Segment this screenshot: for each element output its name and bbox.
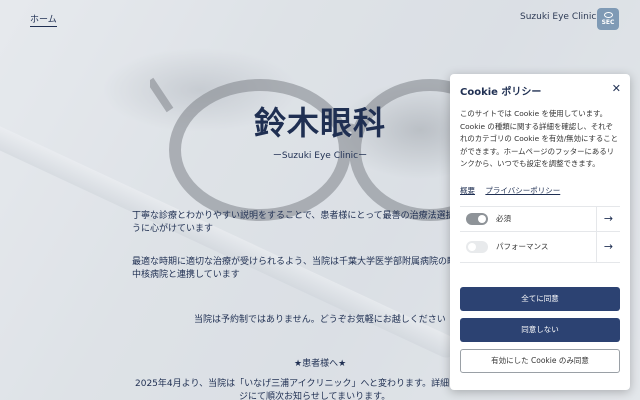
- text-line: 丁寧な診療とわかりやすい説明をすることで、患者様にとって最善の治療法選択: [132, 211, 455, 221]
- patient-notice-heading: ★患者様へ★: [294, 359, 347, 369]
- category-label: パフォーマンス: [496, 242, 549, 251]
- accept-all-button[interactable]: 全てに同意: [460, 286, 620, 311]
- no-reservation-notice: 当院は予約制ではありません。どうぞお気軽にお越しください: [194, 315, 446, 325]
- text-line: 中核病院と連携しています: [132, 270, 240, 280]
- cookie-category-required: 必須 →: [460, 205, 620, 232]
- intro-paragraph-1: 丁寧な診療とわかりやすい説明をすることで、患者様にとって最善の治療法選択 うに心…: [132, 210, 462, 236]
- cookie-panel-title: Cookie ポリシー: [460, 87, 542, 98]
- clinic-logo[interactable]: SEC: [597, 8, 619, 30]
- text-line: うに心がけています: [132, 224, 214, 234]
- arrow-right-icon[interactable]: →: [596, 206, 620, 231]
- text-line: 2025年4月より、当院は「いなげ三浦アイクリニック」へと変わります。詳細: [135, 379, 450, 389]
- patient-notice: 2025年4月より、当院は「いなげ三浦アイクリニック」へと変わります。詳細 ジに…: [135, 378, 455, 400]
- cookie-links: 概要 プライバシーポリシー: [460, 185, 620, 196]
- privacy-policy-link[interactable]: プライバシーポリシー: [485, 186, 560, 195]
- reject-button[interactable]: 同意しない: [460, 317, 620, 342]
- cookie-policy-panel: Cookie ポリシー ✕ このサイトでは Cookie を使用しています。Co…: [450, 74, 630, 390]
- overview-link[interactable]: 概要: [460, 186, 475, 195]
- eye-icon: [603, 12, 613, 18]
- logo-text: SEC: [601, 19, 615, 26]
- cookie-description: このサイトでは Cookie を使用しています。Cookie の種類に関する詳細…: [460, 109, 618, 168]
- home-link[interactable]: ホーム: [30, 12, 57, 27]
- required-toggle[interactable]: [466, 212, 488, 225]
- clinic-name-header: Suzuki Eye Clinic: [520, 12, 597, 22]
- accept-selected-button[interactable]: 有効にした Cookie のみ同意: [460, 348, 620, 373]
- category-label: 必須: [496, 214, 511, 223]
- intro-paragraph-2: 最適な時期に適切な治療が受けられるよう、当院は千葉大学医学部附属病院の眼 中核病…: [132, 256, 462, 282]
- cookie-category-performance: パフォーマンス →: [460, 231, 620, 263]
- text-line: ジにて順次お知らせしてまいります。: [239, 392, 391, 400]
- arrow-right-icon[interactable]: →: [596, 231, 620, 262]
- performance-toggle[interactable]: [466, 240, 488, 253]
- close-icon[interactable]: ✕: [612, 82, 621, 95]
- text-line: 最適な時期に適切な治療が受けられるよう、当院は千葉大学医学部附属病院の眼: [132, 257, 457, 267]
